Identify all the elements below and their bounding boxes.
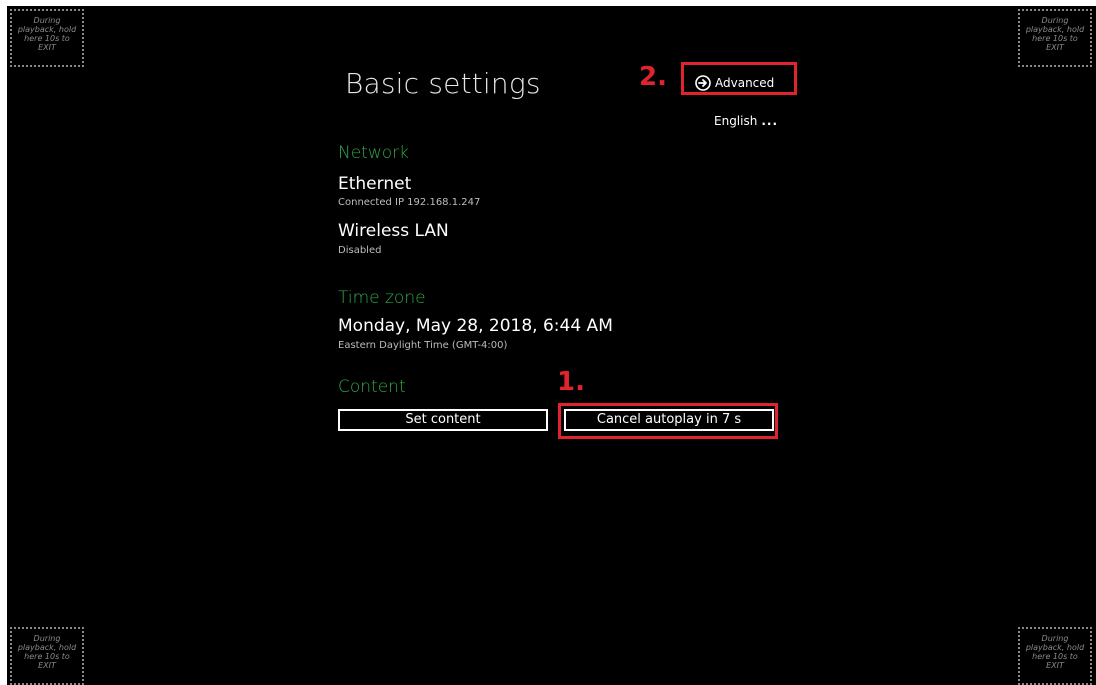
wireless-lan-item[interactable]: Wireless LAN: [338, 221, 449, 241]
annotation-step-2: 2.: [639, 62, 667, 92]
exit-hint-text: During playback, hold here 10s to EXIT: [1025, 16, 1085, 52]
datetime-item[interactable]: Monday, May 28, 2018, 6:44 AM: [338, 316, 613, 336]
annotation-step-1: 1.: [557, 367, 585, 397]
section-content: Content: [338, 377, 406, 397]
wireless-lan-status: Disabled: [338, 245, 382, 256]
player-screen: During playback, hold here 10s to EXIT D…: [7, 6, 1096, 685]
exit-hint-text: During playback, hold here 10s to EXIT: [1025, 634, 1085, 670]
more-icon: ...: [761, 114, 779, 128]
exit-hotspot-bottom-left[interactable]: During playback, hold here 10s to EXIT: [10, 627, 84, 685]
exit-hotspot-top-left[interactable]: During playback, hold here 10s to EXIT: [10, 9, 84, 67]
language-selector[interactable]: English...: [714, 114, 778, 128]
exit-hint-text: During playback, hold here 10s to EXIT: [17, 634, 77, 670]
exit-hotspot-top-right[interactable]: During playback, hold here 10s to EXIT: [1018, 9, 1092, 67]
annotation-highlight-1: [558, 403, 778, 439]
ethernet-status: Connected IP 192.168.1.247: [338, 197, 481, 208]
section-time-zone: Time zone: [338, 288, 426, 308]
exit-hint-text: During playback, hold here 10s to EXIT: [17, 16, 77, 52]
language-label: English: [714, 114, 758, 128]
exit-hotspot-bottom-right[interactable]: During playback, hold here 10s to EXIT: [1018, 627, 1092, 685]
page-title: Basic settings: [345, 67, 541, 100]
annotation-highlight-2: [681, 62, 797, 95]
set-content-button[interactable]: Set content: [338, 409, 548, 431]
section-network: Network: [338, 143, 409, 163]
timezone-label: Eastern Daylight Time (GMT-4:00): [338, 340, 508, 351]
ethernet-item[interactable]: Ethernet: [338, 174, 411, 194]
